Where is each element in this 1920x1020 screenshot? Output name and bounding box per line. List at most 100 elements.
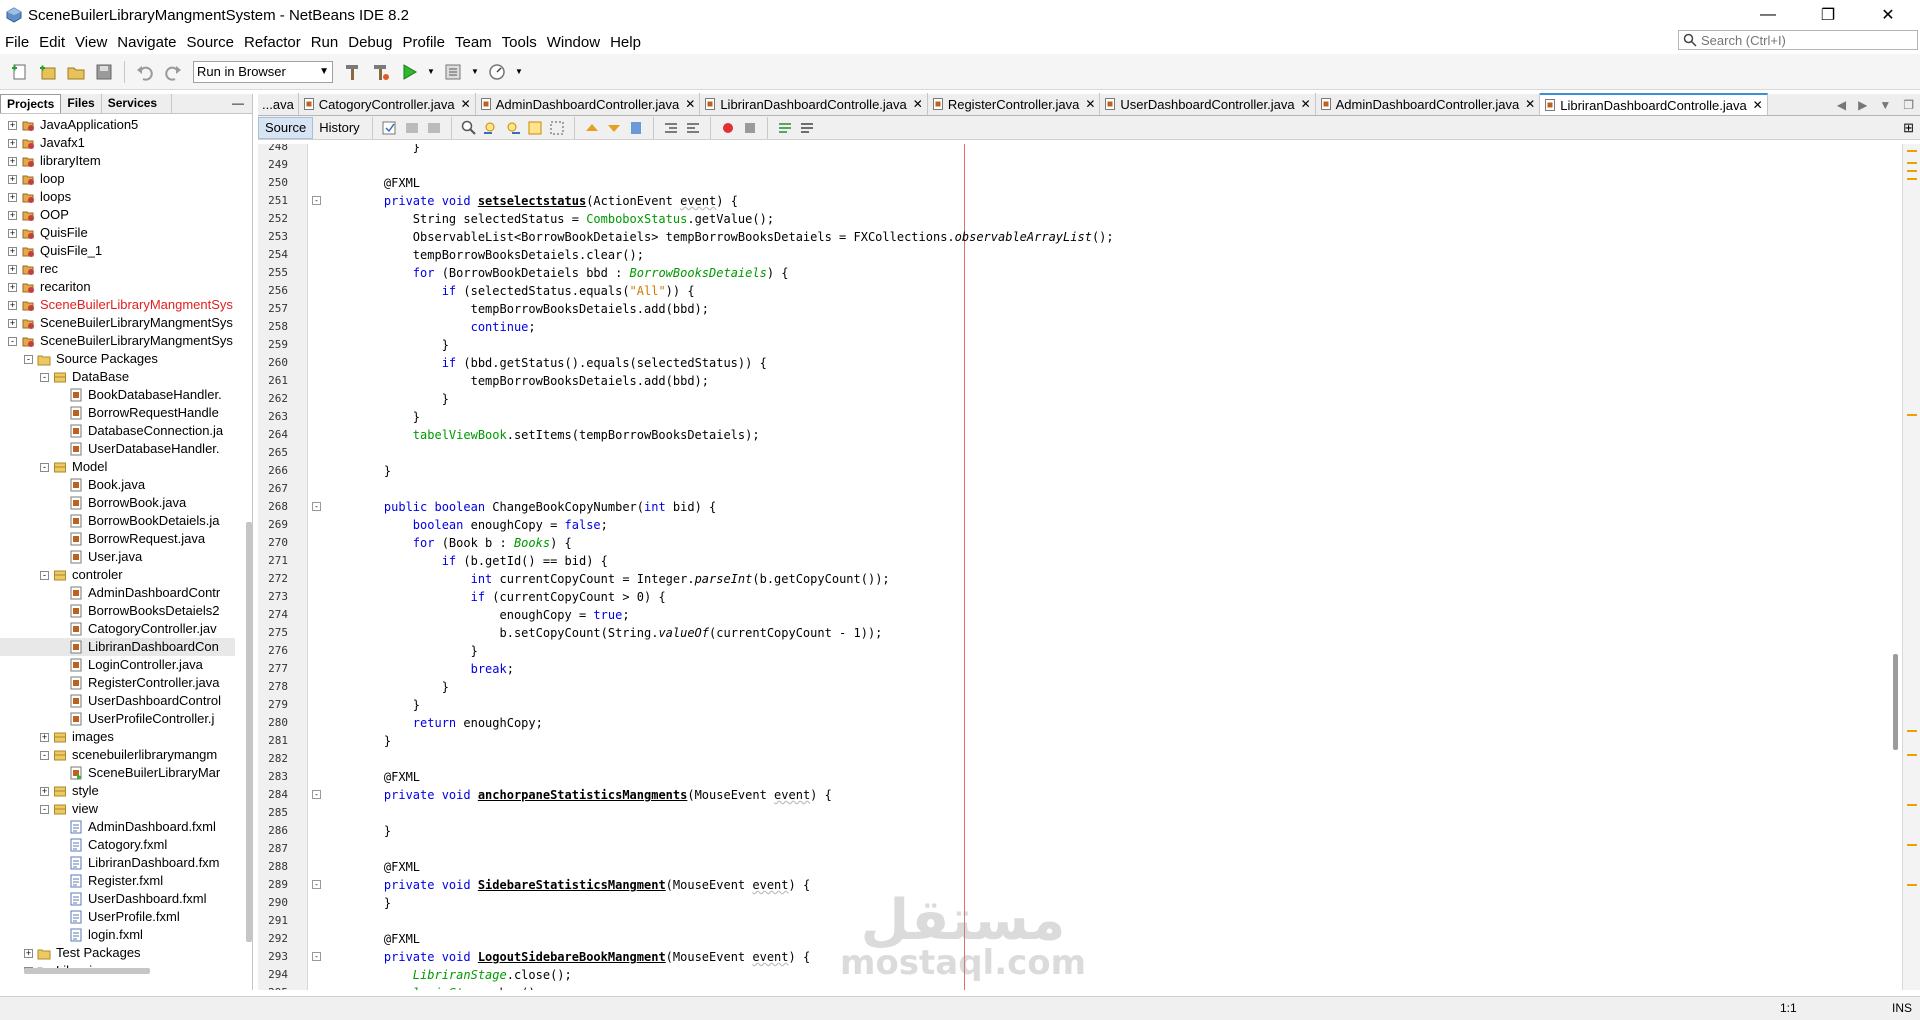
close-tab-icon[interactable]: ✕ <box>913 97 923 111</box>
tab-services[interactable]: Services <box>102 94 172 113</box>
menu-file[interactable]: File <box>0 34 34 51</box>
tree-horizontal-scrollbar[interactable] <box>24 968 150 974</box>
expand-icon[interactable]: + <box>8 318 17 328</box>
tree-item[interactable]: - scenebuilerlibrarymangm <box>0 746 235 764</box>
tree-item[interactable]: RegisterController.java <box>0 674 235 692</box>
previous-bookmark-icon[interactable] <box>583 119 601 137</box>
tree-item[interactable]: AdminDashboard.fxml <box>0 818 235 836</box>
tree-item[interactable]: DatabaseConnection.ja <box>0 422 235 440</box>
warning-mark[interactable] <box>1907 170 1917 172</box>
tree-item[interactable]: + recariton <box>0 278 235 296</box>
menu-navigate[interactable]: Navigate <box>112 34 181 51</box>
menu-run[interactable]: Run <box>306 34 344 51</box>
stop-macro-icon[interactable] <box>741 119 759 137</box>
close-tab-icon[interactable]: ✕ <box>1085 97 1095 111</box>
new-file-button[interactable] <box>8 60 32 84</box>
profile-dropdown[interactable]: ▼ <box>513 60 525 84</box>
expand-icon[interactable]: + <box>8 120 17 130</box>
search-box[interactable] <box>1678 30 1918 50</box>
tree-item[interactable]: BorrowBooksDetaiels2 <box>0 602 235 620</box>
file-tab[interactable]: CatogoryController.java ✕ <box>299 93 476 115</box>
tab-right-icon[interactable]: ▶ <box>1858 98 1867 112</box>
tree-item[interactable]: + OOP <box>0 206 235 224</box>
tree-item[interactable]: + SceneBuilerLibraryMangmentSys <box>0 314 235 332</box>
redo-button[interactable] <box>161 60 185 84</box>
toggle-bookmark-icon[interactable] <box>627 119 645 137</box>
menu-help[interactable]: Help <box>605 34 646 51</box>
toggle-highlight-icon[interactable] <box>526 119 544 137</box>
close-tab-icon[interactable]: ✕ <box>1301 97 1311 111</box>
tree-vertical-scrollbar[interactable] <box>246 522 252 942</box>
error-stripe[interactable] <box>1902 144 1920 990</box>
tree-item[interactable]: + loops <box>0 188 235 206</box>
tree-item[interactable]: - controler <box>0 566 235 584</box>
minimize-panel-button[interactable]: — <box>232 96 252 113</box>
tree-item[interactable]: SceneBuilerLibraryMar <box>0 764 235 782</box>
tree-item[interactable]: - Model <box>0 458 235 476</box>
fold-toggle-icon[interactable]: - <box>312 952 321 961</box>
menu-refactor[interactable]: Refactor <box>239 34 306 51</box>
run-button[interactable] <box>397 60 421 84</box>
tree-item[interactable]: + JavaApplication5 <box>0 116 235 134</box>
expand-icon[interactable]: + <box>8 264 17 274</box>
collapse-icon[interactable]: - <box>40 804 49 814</box>
warning-mark[interactable] <box>1907 414 1917 416</box>
close-tab-icon[interactable]: ✕ <box>685 97 695 111</box>
new-project-button[interactable] <box>36 60 60 84</box>
tree-item[interactable]: BorrowRequestHandle <box>0 404 235 422</box>
tree-item[interactable]: - view <box>0 800 235 818</box>
editor-vertical-scrollbar[interactable] <box>1893 654 1898 750</box>
tree-item[interactable]: + loop <box>0 170 235 188</box>
tree-item[interactable]: + Test Packages <box>0 944 235 962</box>
find-next-icon[interactable] <box>504 119 522 137</box>
profile-button[interactable] <box>485 60 509 84</box>
tab-left-icon[interactable]: ◀ <box>1837 98 1846 112</box>
run-dropdown[interactable]: ▼ <box>425 60 437 84</box>
collapse-icon[interactable]: - <box>24 354 33 364</box>
last-edit-icon[interactable] <box>381 119 399 137</box>
record-macro-icon[interactable] <box>719 119 737 137</box>
tree-item[interactable]: + libraryItem <box>0 152 235 170</box>
code-editor[interactable]: 248 } 249 250 @FXML 251 - private void setse… <box>258 144 1920 990</box>
collapse-icon[interactable]: - <box>40 570 49 580</box>
tab-list-icon[interactable]: ▼ <box>1879 98 1891 112</box>
collapse-icon[interactable]: - <box>40 750 49 760</box>
warning-mark[interactable] <box>1907 844 1917 846</box>
debug-dropdown[interactable]: ▼ <box>469 60 481 84</box>
warning-mark[interactable] <box>1907 150 1917 152</box>
clean-build-button[interactable] <box>341 60 365 84</box>
tab-restore-icon[interactable]: ❐ <box>1903 98 1914 112</box>
expand-icon[interactable]: + <box>8 228 17 238</box>
tree-item[interactable]: + rec <box>0 260 235 278</box>
tree-item[interactable]: UserDashboardControl <box>0 692 235 710</box>
save-all-button[interactable] <box>92 60 116 84</box>
close-tab-icon[interactable]: ✕ <box>1525 97 1535 111</box>
forward-icon[interactable] <box>425 119 443 137</box>
tab-files[interactable]: Files <box>61 94 102 113</box>
tree-item[interactable]: LoginController.java <box>0 656 235 674</box>
tree-item[interactable]: + QuisFile_1 <box>0 242 235 260</box>
shift-right-icon[interactable] <box>684 119 702 137</box>
close-tab-icon[interactable]: ✕ <box>461 97 471 111</box>
shift-left-icon[interactable] <box>662 119 680 137</box>
menu-profile[interactable]: Profile <box>397 34 450 51</box>
tree-item[interactable]: + SceneBuilerLibraryMangmentSys <box>0 296 235 314</box>
close-window-button[interactable]: ✕ <box>1860 0 1916 30</box>
file-tab[interactable]: AdminDashboardController.java ✕ <box>1316 93 1541 115</box>
tree-item[interactable]: BorrowBookDetaiels.ja <box>0 512 235 530</box>
find-icon[interactable] <box>460 119 478 137</box>
open-project-button[interactable] <box>64 60 88 84</box>
expand-icon[interactable]: + <box>8 174 17 184</box>
expand-icon[interactable]: + <box>24 948 33 958</box>
warning-mark[interactable] <box>1907 730 1917 732</box>
expand-icon[interactable]: + <box>8 138 17 148</box>
collapse-icon[interactable]: - <box>40 372 49 382</box>
tree-item[interactable]: login.fxml <box>0 926 235 944</box>
tree-item[interactable]: UserDatabaseHandler. <box>0 440 235 458</box>
menu-tools[interactable]: Tools <box>497 34 542 51</box>
run-config-select[interactable]: Run in Browser ▼ <box>193 60 333 83</box>
menu-source[interactable]: Source <box>181 34 239 51</box>
tree-item[interactable]: User.java <box>0 548 235 566</box>
expand-icon[interactable]: + <box>8 282 17 292</box>
warning-mark[interactable] <box>1907 754 1917 756</box>
